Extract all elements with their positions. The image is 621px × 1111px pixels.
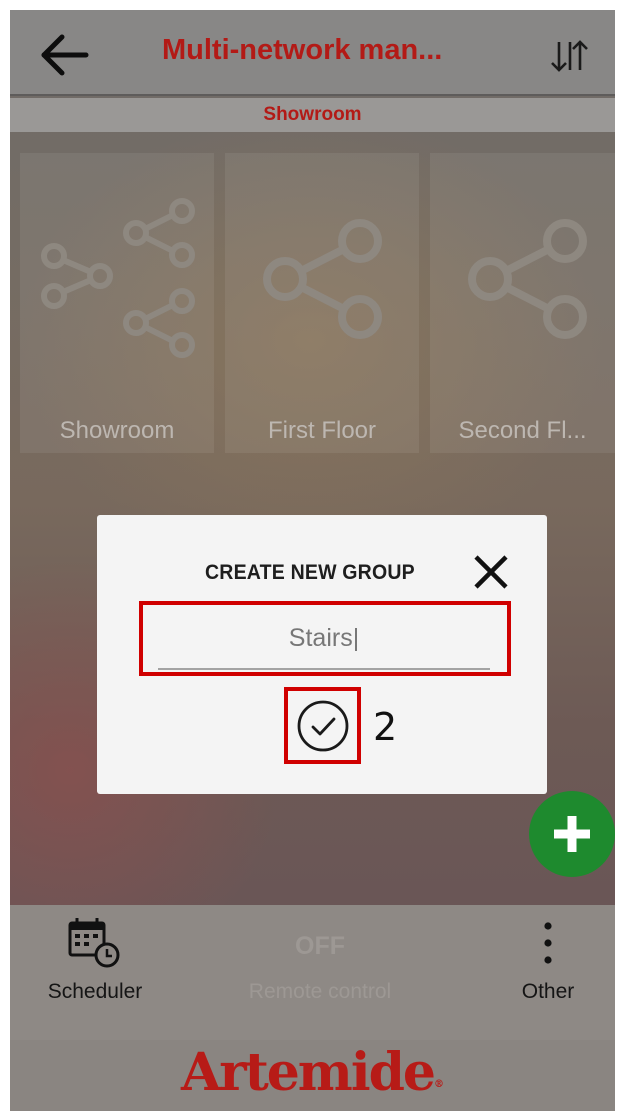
sort-button[interactable] (548, 38, 592, 74)
network-tile-label: Showroom (59, 417, 175, 444)
network-tile-label: First Floor (268, 417, 376, 444)
arrow-left-icon (41, 34, 89, 76)
artemide-logo: Artemide® (10, 1040, 615, 1111)
dialog-title: CREATE NEW GROUP (205, 561, 415, 584)
page-title: Multi-network man... (162, 34, 443, 66)
network-tile-first-floor[interactable]: First Floor (225, 153, 419, 453)
scheduler-label: Scheduler (47, 980, 143, 1003)
back-button[interactable] (36, 32, 92, 78)
remote-control-button[interactable]: OFF Remote control (220, 905, 420, 1040)
more-vertical-icon (544, 922, 552, 964)
other-button[interactable]: Other (500, 905, 596, 1040)
current-network-label: Showroom (10, 98, 615, 132)
add-group-button[interactable] (529, 791, 615, 877)
close-button[interactable] (470, 551, 512, 593)
network-tile-second-floor[interactable]: Second Fl... (430, 153, 615, 453)
network-tile-label: Second Fl... (458, 417, 587, 444)
remote-control-label: Remote control (248, 980, 392, 1003)
step-number-label: 2 (373, 705, 398, 749)
check-circle-icon (297, 700, 349, 752)
app-frame: Multi-network man... Showroom Showroom F… (10, 10, 615, 1111)
highlight-group-name (139, 601, 511, 676)
footer: Artemide® (10, 1040, 615, 1111)
multi-share-icon (41, 198, 195, 358)
sort-arrows-icon (551, 40, 588, 72)
input-underline (158, 668, 490, 670)
plus-icon (554, 816, 590, 852)
confirm-button[interactable] (284, 687, 361, 764)
app-header: Multi-network man... (10, 10, 615, 96)
remote-off-label: OFF (295, 932, 345, 960)
scheduler-button[interactable]: Scheduler (30, 905, 160, 1040)
calendar-clock-icon (68, 918, 120, 968)
close-icon (474, 555, 508, 589)
other-label: Other (521, 980, 575, 1003)
registered-mark: ® (434, 1079, 445, 1090)
network-tile-showroom[interactable]: Showroom (20, 153, 214, 453)
bottom-toolbar: Scheduler OFF Remote control Other (10, 905, 615, 1040)
logo-text: Artemide (180, 1042, 436, 1103)
share-icon (468, 219, 587, 339)
group-name-input[interactable] (158, 613, 490, 663)
create-group-dialog: CREATE NEW GROUP 2 (97, 515, 547, 794)
share-icon (263, 219, 382, 339)
